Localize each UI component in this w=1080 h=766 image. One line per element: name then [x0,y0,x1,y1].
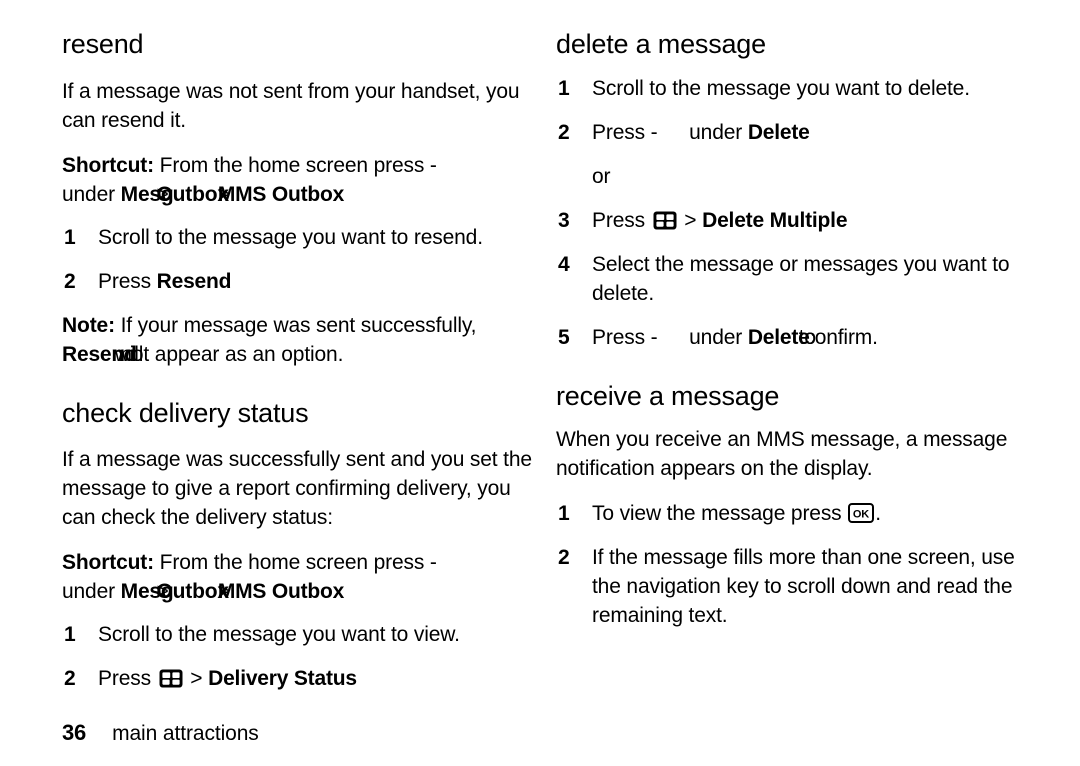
menu-key-icon [653,209,677,230]
section-resend: resend [62,29,532,60]
resend-shortcut: Shortcut: From the home screen press - u… [62,153,437,206]
page-title-resend: resend [62,29,144,59]
step-text: If the message fills more than one scree… [592,546,1015,628]
delivery-intro: If a message was successfully sent and y… [62,448,532,530]
step-number: 2 [558,120,570,144]
note-tail: not appear as an option. [114,342,344,366]
menu-option-delivery-status: Delivery Status [208,667,357,691]
softkey-gap [657,323,683,352]
list-item: 1 To view the message press OK . [556,499,1026,528]
step-separator: > [184,667,209,691]
step-pre-text: To view the message press [592,502,848,526]
step-text: or [592,164,611,188]
list-item: 1 Scroll to the message you want to view… [62,620,532,649]
shortcut-label: Shortcut: [62,153,154,177]
step-text: Scroll to the message you want to delete… [592,76,970,100]
step-text: Scroll to the message you want to view. [98,623,460,647]
shortcut-text: From the home screen press - [153,551,437,575]
softkey-dash-icon: - [650,120,658,144]
shortcut-path-c: MMS Outbox [217,580,345,604]
list-item: 1 Scroll to the message you want to dele… [556,74,1026,103]
shortcut-text: From the home screen press - [153,153,437,177]
step-under-label: under [683,325,748,349]
section-check-delivery-status: check delivery status [62,397,532,429]
step-press-label: Press [592,325,651,349]
step-number: 1 [64,623,76,647]
softkey-gap [657,118,683,147]
step-number: 2 [64,667,76,691]
footer-chapter-title: main attractions [112,722,259,745]
list-item-or: or [556,162,1026,191]
step-number: 5 [558,325,570,349]
svg-text:OK: OK [853,509,869,521]
note-text: If your message was sent successfully, [114,313,477,337]
manual-page: resend If a message was not sent from yo… [0,0,1080,766]
ok-key-icon: OK [848,502,875,524]
shortcut-label: Shortcut: [62,551,154,575]
step-press-label: Press [592,208,651,232]
page-number: 36 [62,720,87,745]
delivery-shortcut: Shortcut: From the home screen press - u… [62,551,437,604]
step-number: 2 [558,546,570,570]
step-number: 3 [558,208,570,232]
step-text: Select the message or messages you want … [592,252,1010,305]
section-receive-a-message: receive a message [556,380,1026,412]
menu-option-delete: Delete [747,120,810,144]
page-footer: 36 main attractions [62,720,259,746]
step-press-label: Press [98,269,157,293]
section-delete-a-message: delete a message [556,29,1026,60]
list-item: 5 Press - under Deleteto confirm. [556,323,1026,352]
left-column: resend If a message was not sent from yo… [62,29,532,708]
step-post-text: . [875,502,881,526]
list-item: 2 Press > Delivery Status [62,664,532,693]
page-title-check-delivery-status: check delivery status [62,397,309,428]
receive-intro: When you receive an MMS message, a messa… [556,428,1008,481]
shortcut-under-prefix: under [62,580,121,604]
step-number: 1 [64,225,76,249]
menu-option-resend: Resend [156,269,232,293]
step-number: 1 [558,76,570,100]
list-item: 2 Press - under Delete [556,118,1026,147]
shortcut-path-c: MMS Outbox [217,182,345,206]
list-item: 4 Select the message or messages you wan… [556,250,1026,308]
resend-intro: If a message was not sent from your hand… [62,79,520,132]
list-item: 1 Scroll to the message you want to rese… [62,223,532,252]
list-item: 2 Press Resend [62,267,532,296]
page-title-receive-a-message: receive a message [556,380,780,411]
step-separator: > [678,208,703,232]
page-title-delete-a-message: delete a message [556,29,766,59]
menu-key-icon [159,667,183,688]
step-text: Scroll to the message you want to resend… [98,225,483,249]
list-item: 3 Press > Delete Multiple [556,206,1026,235]
list-item: 2 If the message fills more than one scr… [556,543,1026,630]
shortcut-under-prefix: under [62,182,121,206]
step-press-label: Press [98,667,157,691]
step-number: 1 [558,502,570,526]
menu-option-delete-multiple: Delete Multiple [702,208,848,232]
note-label: Note: [62,313,115,337]
step-number: 2 [64,269,76,293]
step-number: 4 [558,252,570,276]
softkey-dash-icon: - [650,325,658,349]
step-under-label: under [683,120,748,144]
right-column: delete a message 1 Scroll to the message… [556,29,1026,645]
step-press-label: Press [592,120,651,144]
resend-note: Note: If your message was sent successfu… [62,313,477,366]
